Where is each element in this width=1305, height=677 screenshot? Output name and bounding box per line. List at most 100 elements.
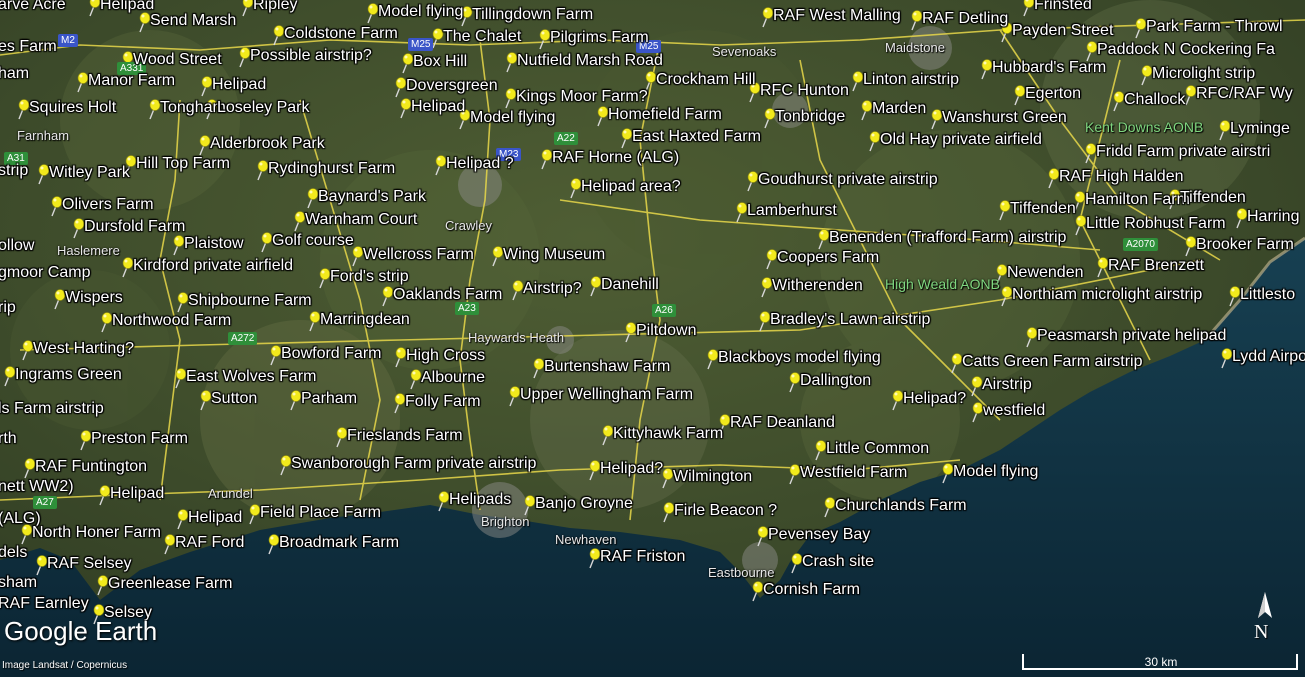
pin-label[interactable]: Pilgrims Farm (550, 29, 649, 47)
pin-label[interactable]: Tonbridge (775, 108, 845, 126)
pin-label[interactable]: Homefield Farm (608, 106, 722, 124)
pin-label[interactable]: East Wolves Farm (186, 368, 316, 386)
pin-label[interactable]: Box Hill (413, 53, 467, 71)
pin-label[interactable]: Loseley Park (217, 99, 310, 117)
pin-label[interactable]: Banjo Groyne (535, 495, 633, 513)
pin-label[interactable]: Ripley (253, 0, 297, 14)
pin-label[interactable]: Blackboys model flying (718, 349, 881, 367)
pin-label[interactable]: Nutfield Marsh Road (517, 52, 663, 70)
pin-label[interactable]: Airstrip? (523, 280, 582, 298)
pin-label[interactable]: Ingrams Green (15, 366, 122, 384)
pin-label[interactable]: Swanborough Farm private airstrip (291, 455, 536, 473)
pin-label[interactable]: Manor Farm (88, 72, 175, 90)
pin-label[interactable]: Bowford Farm (281, 345, 381, 363)
pin-label[interactable]: Old Hay private airfield (880, 131, 1042, 149)
pin-label[interactable]: Payden Street (1012, 22, 1113, 40)
pin-label[interactable]: Egerton (1025, 85, 1081, 103)
pin-label[interactable]: Ford's strip (330, 268, 409, 286)
pin-label[interactable]: RFC/RAF Wy (1196, 85, 1293, 103)
pin-label[interactable]: nett WW2) (0, 478, 74, 496)
pin-label[interactable]: es Farm (0, 38, 57, 56)
pin-label[interactable]: Little Common (826, 440, 929, 458)
pin-label[interactable]: Witley Park (49, 164, 130, 182)
pin-label[interactable]: Northiam microlight airstrip (1012, 286, 1202, 304)
pin-label[interactable]: arve Acre (0, 0, 66, 14)
pin-label[interactable]: Wellcross Farm (363, 246, 474, 264)
pin-label[interactable]: Newenden (1007, 264, 1084, 282)
pin-label[interactable]: Tillingdown Farm (472, 6, 593, 24)
pin-label[interactable]: RAF West Malling (773, 7, 901, 25)
pin-label[interactable]: RAF Detling (922, 10, 1008, 28)
pin-label[interactable]: Rydinghurst Farm (268, 160, 395, 178)
pin-label[interactable]: Model flying (378, 3, 463, 21)
pin-label[interactable]: Alderbrook Park (210, 135, 325, 153)
pin-label[interactable]: Possible airstrip? (250, 47, 372, 65)
pin-label[interactable]: Firle Beacon ? (674, 502, 777, 520)
pin-label[interactable]: Warnham Court (305, 211, 417, 229)
pin-label[interactable]: Shipbourne Farm (188, 292, 312, 310)
pin-label[interactable]: Bradley's Lawn airstrip (770, 311, 930, 329)
pin-label[interactable]: RAF Deanland (730, 414, 835, 432)
pin-label[interactable]: West Harting? (33, 340, 134, 358)
pin-label[interactable]: Airstrip (982, 376, 1032, 394)
pin-label[interactable]: gmoor Camp (0, 264, 90, 282)
pin-label[interactable]: Plaistow (184, 235, 244, 253)
pin-label[interactable]: Dursfold Farm (84, 218, 185, 236)
pin-label[interactable]: Little Robhust Farm (1086, 215, 1226, 233)
pin-label[interactable]: Helipad? (903, 390, 966, 408)
pin-label[interactable]: Brooker Farm (1196, 236, 1294, 254)
pin-label[interactable]: Sutton (211, 390, 257, 408)
pin-label[interactable]: Greenlease Farm (108, 575, 233, 593)
pin-label[interactable]: ham (0, 65, 29, 83)
pin-label[interactable]: Model flying (470, 109, 555, 127)
pin-label[interactable]: RAF High Halden (1059, 168, 1184, 186)
pin-label[interactable]: Field Place Farm (260, 504, 381, 522)
pin-label[interactable]: Dallington (800, 372, 871, 390)
pin-label[interactable]: Piltdown (636, 322, 696, 340)
pin-label[interactable]: Wilmington (673, 468, 752, 486)
pin-label[interactable]: Northwood Farm (112, 312, 231, 330)
pin-label[interactable]: RAF Friston (600, 548, 685, 566)
pin-label[interactable]: Lamberhurst (747, 202, 837, 220)
pin-label[interactable]: rip (0, 299, 16, 317)
pin-label[interactable]: Danehill (601, 276, 659, 294)
pin-label[interactable]: Pevensey Bay (768, 526, 870, 544)
pin-label[interactable]: Doversgreen (406, 77, 498, 95)
pin-label[interactable]: Model flying (953, 463, 1038, 481)
pin-label[interactable]: Lyminge (1230, 120, 1290, 138)
pin-label[interactable]: Helipad ? (446, 155, 514, 173)
pin-label[interactable]: Challock (1124, 91, 1185, 109)
pin-label[interactable]: RAF Earnley (0, 595, 89, 613)
pin-label[interactable]: Helipad? (600, 460, 663, 478)
pin-label[interactable]: Catts Green Farm airstrip (962, 353, 1142, 371)
pin-label[interactable]: Helipad (110, 485, 164, 503)
pin-label[interactable]: Harring (1247, 208, 1299, 226)
pin-label[interactable]: Crash site (802, 553, 874, 571)
pin-label[interactable]: Kittyhawk Farm (613, 425, 723, 443)
pin-label[interactable]: Olivers Farm (62, 196, 154, 214)
pin-label[interactable]: Helipads (449, 491, 511, 509)
pin-label[interactable]: Marringdean (320, 311, 410, 329)
pin-label[interactable]: dels (0, 544, 27, 562)
pin-label[interactable]: RAF Selsey (47, 555, 131, 573)
pin-label[interactable]: Tongham (160, 99, 226, 117)
pin-label[interactable]: Microlight strip (1152, 65, 1255, 83)
pin-label[interactable]: Albourne (421, 369, 485, 387)
pin-label[interactable]: The Chalet (443, 28, 521, 46)
pin-label[interactable]: Helipad (411, 98, 465, 116)
pin-label[interactable]: Goudhurst private airstrip (758, 171, 938, 189)
pin-label[interactable]: Littlesto (1240, 286, 1295, 304)
pin-label[interactable]: Parham (301, 390, 357, 408)
pin-label[interactable]: Folly Farm (405, 393, 481, 411)
pin-label[interactable]: RAF Funtington (35, 458, 147, 476)
pin-label[interactable]: Helipad (212, 76, 266, 94)
pin-label[interactable]: Hill Top Farm (136, 155, 230, 173)
pin-label[interactable]: Peasmarsh private helipad (1037, 327, 1226, 345)
pin-label[interactable]: Cornish Farm (763, 581, 860, 599)
pin-label[interactable]: North Honer Farm (32, 524, 161, 542)
pin-label[interactable]: Crockham Hill (656, 71, 756, 89)
pin-label[interactable]: RAF Ford (175, 534, 244, 552)
pin-label[interactable]: Hamilton Farm (1085, 191, 1190, 209)
pin-label[interactable]: Broadmark Farm (279, 534, 399, 552)
pin-label[interactable]: Send Marsh (150, 12, 236, 30)
